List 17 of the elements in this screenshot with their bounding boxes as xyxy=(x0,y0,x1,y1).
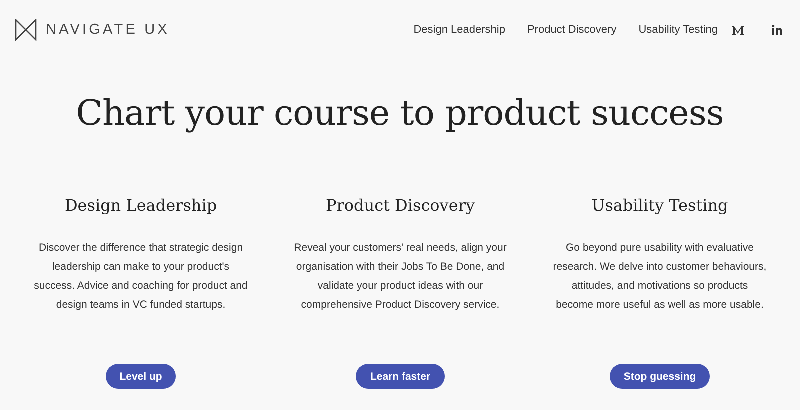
nav-link[interactable]: Product Discovery xyxy=(527,24,617,36)
nav-link[interactable]: Usability Testing xyxy=(638,24,718,36)
service-button[interactable]: Stop guessing xyxy=(610,364,710,389)
logo-icon xyxy=(15,18,37,40)
service-button[interactable]: Level up xyxy=(106,364,176,389)
service-description: Discover the difference that strategic design leadership can make to your product's success. Advice and coaching for product and design teams in VC funded startups. xyxy=(34,241,248,313)
service-button[interactable]: Learn faster xyxy=(356,364,445,389)
service-title: Usability Testing xyxy=(592,196,728,217)
brand-name: NAVIGATE UX xyxy=(46,22,170,38)
service-description: Go beyond pure usability with evaluative research. We delve into customer behaviours, attitudes, and motivations so products become more useful as well as more usable. xyxy=(552,241,768,313)
nav-link[interactable]: Design Leadership xyxy=(414,24,506,36)
medium-icon[interactable] xyxy=(732,24,744,34)
linkedin-icon[interactable] xyxy=(772,24,782,34)
service-title: Product Discovery xyxy=(326,196,475,217)
hero-headline: Chart your course to product success xyxy=(75,94,725,134)
service-description: Reveal your customers' real needs, align your organisation with their Jobs To Be Done, and validate your product ideas with our comprehensive Product Discovery service. xyxy=(293,241,508,313)
service-title: Design Leadership xyxy=(64,196,218,217)
